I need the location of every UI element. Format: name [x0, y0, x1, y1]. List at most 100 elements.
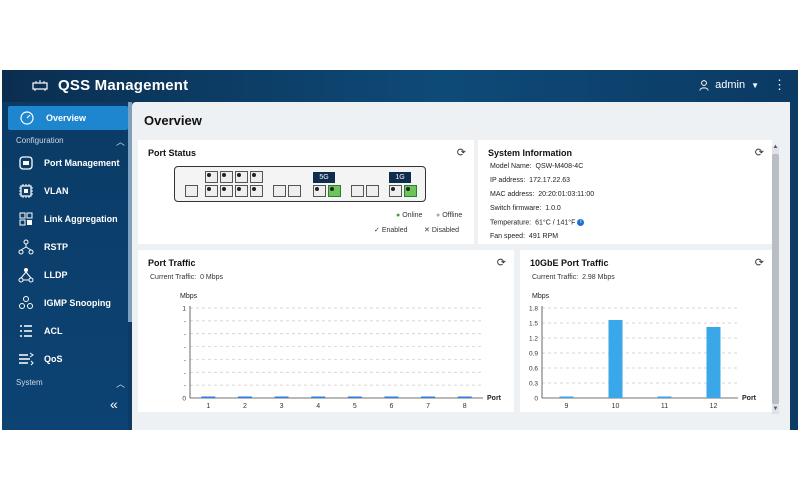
sidebar-item-label: Link Aggregation — [44, 214, 118, 224]
y-tick-label: 0.6 — [529, 366, 538, 373]
header-bar: QSS Management admin ▼ ⋮ — [2, 70, 798, 102]
content-scrollbar[interactable]: ▲ ▼ — [772, 144, 779, 414]
sidebar-item-label: Overview — [46, 113, 87, 123]
sidebar-item-label: ACL — [44, 326, 63, 336]
port-slot[interactable] — [313, 185, 326, 197]
vlan-icon — [19, 184, 33, 198]
y-tick-label: 0 — [182, 396, 186, 403]
info-row: MAC address: 20:20:01:03:11:00 — [490, 191, 595, 198]
port-slot[interactable] — [273, 185, 286, 197]
panel-title: System Information — [488, 148, 573, 158]
offline-dot-icon: ● — [436, 212, 441, 219]
port-slot[interactable] — [220, 185, 233, 197]
y-tick-label: 1.2 — [529, 336, 538, 343]
acl-icon — [20, 325, 32, 337]
x-axis-label: Port — [742, 395, 757, 402]
rstp-icon — [18, 239, 34, 255]
more-options-icon[interactable]: ⋮ — [773, 78, 786, 91]
igmp-icon — [19, 296, 33, 309]
sidebar-item-lldp[interactable]: LLDP — [18, 265, 126, 285]
refresh-icon[interactable]: ⟳ — [457, 146, 466, 159]
lldp-icon — [18, 268, 34, 283]
chevron-up-icon[interactable]: ︿ — [116, 135, 125, 148]
legend-online: ● Online — [396, 212, 423, 219]
port-slot[interactable] — [250, 185, 263, 197]
sidebar-section-configuration[interactable]: Configuration — [16, 136, 64, 145]
collapse-sidebar-icon[interactable]: « — [110, 396, 118, 412]
x-tick-label: 5 — [353, 403, 357, 410]
scroll-up-icon[interactable]: ▲ — [772, 144, 779, 150]
sidebar-item-link-aggregation[interactable]: Link Aggregation — [18, 209, 126, 229]
chart-bar — [608, 320, 623, 398]
chart-bar — [274, 396, 289, 398]
port-slot[interactable] — [220, 171, 233, 183]
info-icon[interactable]: i — [577, 219, 585, 226]
y-tick-label: 1.8 — [529, 306, 538, 313]
chart-bar — [657, 396, 672, 398]
port-slot[interactable] — [288, 185, 301, 197]
x-tick-label: 8 — [463, 403, 467, 410]
sidebar-item-port-management[interactable]: Port Management — [18, 153, 126, 173]
chart-bar — [384, 396, 399, 398]
app-title: QSS Management — [58, 77, 189, 94]
qos-icon — [19, 352, 34, 366]
port-slot[interactable] — [205, 185, 218, 197]
x-tick-label: 3 — [280, 403, 284, 410]
sidebar-item-overview[interactable]: Overview — [8, 106, 128, 130]
legend-disabled: ✕ Disabled — [424, 227, 460, 234]
chevron-up-icon[interactable]: ︿ — [116, 377, 125, 390]
port-slot[interactable] — [250, 171, 263, 183]
sidebar-item-label: LLDP — [44, 270, 68, 280]
port-slot[interactable] — [366, 185, 379, 197]
info-row: Switch firmware: 1.0.0 — [490, 205, 561, 212]
check-icon: ✓ — [374, 227, 380, 234]
info-row: IP address: 172.17.22.63 — [490, 177, 571, 184]
port-traffic-chart: Mbps 0 - - - - - - 1 Port 1 2 3 4 5 6 7 8 — [180, 293, 502, 410]
legend-enabled: ✓ Enabled — [374, 227, 408, 234]
sidebar-item-label: RSTP — [44, 242, 69, 252]
chart-bar — [706, 327, 721, 398]
gauge-icon — [20, 111, 34, 125]
port-slot[interactable] — [351, 185, 364, 197]
sidebar: Overview Configuration ︿ Port Management… — [2, 102, 128, 430]
chart-bar — [457, 396, 472, 398]
port-slot[interactable] — [185, 185, 198, 197]
panel-title: Port Status — [148, 148, 197, 158]
port-traffic-panel: Port Traffic ⟳ Current Traffic: 0 Mbps M… — [138, 250, 514, 412]
sidebar-item-label: IGMP Snooping — [44, 298, 111, 308]
x-icon: ✕ — [424, 227, 430, 234]
sidebar-item-rstp[interactable]: RSTP — [18, 237, 126, 257]
chart-bar — [347, 396, 362, 398]
x-tick-label: 9 — [565, 403, 569, 410]
port-slot-online[interactable] — [404, 185, 417, 197]
port-slot[interactable] — [235, 171, 248, 183]
x-tick-label: 11 — [661, 403, 668, 410]
sidebar-section-system[interactable]: System — [16, 378, 43, 387]
port-slot-online[interactable] — [328, 185, 341, 197]
y-tick-label: - — [184, 370, 186, 377]
port-slot[interactable] — [205, 171, 218, 183]
user-menu[interactable]: admin ▼ ⋮ — [699, 78, 786, 91]
switch-port-panel: 5G 1G — [174, 166, 426, 202]
page-title: Overview — [144, 113, 202, 128]
qss-logo-icon — [32, 80, 48, 91]
scroll-thumb[interactable] — [772, 154, 779, 404]
sidebar-item-vlan[interactable]: VLAN — [18, 181, 126, 201]
info-row: Temperature: 61°C / 141°F i — [490, 219, 585, 226]
user-name: admin — [715, 79, 746, 91]
port-slot[interactable] — [389, 185, 402, 197]
sidebar-item-acl[interactable]: ACL — [18, 321, 126, 341]
sidebar-item-label: QoS — [44, 354, 63, 364]
sidebar-item-qos[interactable]: QoS — [18, 349, 126, 369]
x-tick-label: 2 — [243, 403, 247, 410]
port-icon — [19, 156, 33, 170]
scroll-down-icon[interactable]: ▼ — [772, 406, 779, 412]
refresh-icon[interactable]: ⟳ — [755, 146, 764, 159]
port-slot[interactable] — [235, 185, 248, 197]
tengbe-traffic-chart: Mbps 0 0.3 0.6 0.9 1.2 1.5 1.8 Port 9 10 11 12 — [529, 293, 757, 410]
x-tick-label: 1 — [206, 403, 210, 410]
sidebar-item-igmp-snooping[interactable]: IGMP Snooping — [18, 293, 126, 313]
y-tick-label: - — [184, 318, 186, 325]
app-window: QSS Management admin ▼ ⋮ Overview Config… — [2, 70, 798, 430]
chart-bar — [311, 396, 326, 398]
